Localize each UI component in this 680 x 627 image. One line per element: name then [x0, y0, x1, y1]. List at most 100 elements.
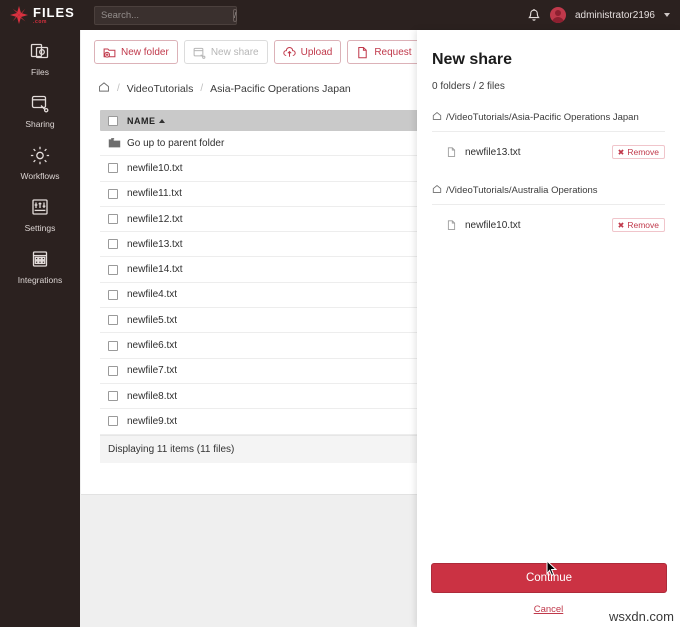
breadcrumb-item-1[interactable]: Asia-Pacific Operations Japan	[210, 83, 351, 95]
row-checkbox[interactable]	[108, 289, 118, 300]
table-row[interactable]: newfile9.txt	[100, 409, 427, 435]
file-name: newfile13.txt	[127, 238, 183, 250]
table-row[interactable]: newfile10.txt	[100, 156, 427, 182]
table-row[interactable]: newfile8.txt	[100, 384, 427, 410]
item-count-label: Displaying 11 items (11 files)	[108, 443, 235, 455]
new-share-label: New share	[210, 46, 259, 58]
file-name: newfile11.txt	[127, 188, 182, 200]
upload-icon	[282, 46, 296, 59]
row-checkbox[interactable]	[108, 315, 118, 326]
file-table-footer: Displaying 11 items (11 files)	[100, 434, 427, 463]
file-name: newfile8.txt	[127, 390, 178, 402]
file-name: newfile6.txt	[127, 340, 178, 352]
sidebar-item-label: Settings	[24, 223, 56, 233]
go-up-row[interactable]: Go up to parent folder	[100, 131, 427, 157]
column-header-name[interactable]: NAME	[127, 116, 165, 126]
row-checkbox[interactable]	[108, 340, 118, 351]
row-checkbox[interactable]	[108, 188, 118, 199]
watermark: wsxdn.com	[608, 609, 674, 624]
select-all-checkbox[interactable]	[108, 115, 118, 126]
row-checkbox[interactable]	[108, 239, 118, 250]
bell-icon[interactable]	[527, 8, 541, 23]
sharing-icon	[28, 91, 52, 115]
close-icon: ✖	[617, 147, 625, 157]
sidebar-item-integrations[interactable]: Integrations	[0, 247, 80, 299]
sliders-icon	[28, 195, 52, 219]
breadcrumb-separator: /	[117, 83, 120, 94]
sidebar-item-workflows[interactable]: Workflows	[0, 143, 80, 195]
table-row[interactable]: newfile14.txt	[100, 257, 427, 283]
drawer-title: New share	[432, 51, 513, 68]
file-name: newfile7.txt	[127, 365, 178, 377]
file-icon	[446, 219, 458, 232]
remove-label: Remove	[627, 220, 659, 230]
home-icon[interactable]	[98, 81, 110, 96]
table-row[interactable]: newfile5.txt	[100, 308, 427, 334]
file-name: newfile4.txt	[127, 289, 178, 301]
file-name: newfile5.txt	[127, 314, 178, 326]
avatar[interactable]	[549, 7, 566, 23]
upload-button[interactable]: Upload	[273, 40, 342, 64]
upload-label: Upload	[300, 46, 333, 58]
new-share-drawer: New share 0 folders / 2 files /VideoTuto…	[417, 30, 680, 627]
mouse-cursor	[546, 559, 558, 583]
files-star-logo-icon	[9, 5, 29, 25]
row-checkbox[interactable]	[108, 391, 118, 402]
file-name: newfile14.txt	[127, 264, 183, 276]
user-name[interactable]: administrator2196	[575, 10, 655, 21]
sidebar-item-files[interactable]: Files	[0, 39, 80, 91]
share-file-item: newfile10.txt ✖ Remove	[432, 212, 665, 238]
brand-logo[interactable]: FILES .com	[0, 0, 82, 30]
home-icon	[432, 111, 442, 124]
chevron-down-icon[interactable]	[664, 13, 670, 17]
gear-icon	[28, 143, 52, 167]
row-checkbox[interactable]	[108, 365, 118, 376]
file-table-header: NAME	[100, 110, 427, 131]
breadcrumb-separator: /	[200, 83, 204, 94]
app-root: FILES .com / administrator2196	[0, 0, 680, 627]
search-shortcut-badge: /	[233, 8, 238, 22]
new-folder-button[interactable]: New folder	[94, 40, 178, 64]
search-input[interactable]	[101, 9, 233, 21]
new-share-button: New share	[183, 40, 268, 64]
row-checkbox[interactable]	[108, 416, 118, 427]
top-bar: FILES .com / administrator2196	[0, 0, 680, 30]
sidebar-item-settings[interactable]: Settings	[0, 195, 80, 247]
share-group: /VideoTutorials/Asia-Pacific Operations …	[432, 111, 665, 165]
parent-folder-icon	[108, 137, 121, 150]
remove-label: Remove	[627, 147, 659, 157]
request-icon	[356, 46, 369, 59]
close-icon: ✖	[617, 220, 625, 230]
request-button[interactable]: Request	[347, 40, 421, 64]
grid-icon	[28, 247, 52, 271]
table-row[interactable]: newfile6.txt	[100, 333, 427, 359]
breadcrumb-item-0[interactable]: VideoTutorials	[127, 83, 194, 95]
brand-name: FILES	[33, 4, 75, 20]
search-box[interactable]: /	[94, 5, 238, 25]
row-checkbox[interactable]	[108, 264, 118, 275]
row-checkbox[interactable]	[108, 214, 118, 225]
share-group-path: /VideoTutorials/Asia-Pacific Operations …	[432, 111, 665, 132]
table-row[interactable]: newfile7.txt	[100, 359, 427, 384]
top-bar-right: administrator2196	[527, 7, 680, 23]
table-row[interactable]: newfile13.txt	[100, 232, 427, 258]
share-file-name: newfile13.txt	[465, 146, 521, 158]
table-row[interactable]: newfile11.txt	[100, 182, 427, 207]
sort-ascending-icon	[158, 118, 165, 123]
row-checkbox[interactable]	[108, 163, 118, 174]
share-group-path: /VideoTutorials/Australia Operations	[432, 184, 665, 205]
brand-suffix: .com	[33, 18, 48, 25]
share-group-path-label: /VideoTutorials/Asia-Pacific Operations …	[446, 112, 639, 123]
sidebar-item-sharing[interactable]: Sharing	[0, 91, 80, 143]
files-icon	[28, 39, 52, 63]
file-table: NAME Go up to parent folder newfile10.tx…	[100, 110, 427, 463]
new-folder-label: New folder	[121, 46, 169, 58]
share-group-path-label: /VideoTutorials/Australia Operations	[446, 185, 598, 196]
file-icon	[446, 146, 458, 159]
table-row[interactable]: newfile4.txt	[100, 283, 427, 309]
go-up-label: Go up to parent folder	[127, 137, 225, 149]
sidebar-item-label: Files	[31, 67, 49, 77]
remove-button[interactable]: ✖ Remove	[611, 218, 665, 232]
remove-button[interactable]: ✖ Remove	[611, 145, 665, 159]
table-row[interactable]: newfile12.txt	[100, 207, 427, 233]
